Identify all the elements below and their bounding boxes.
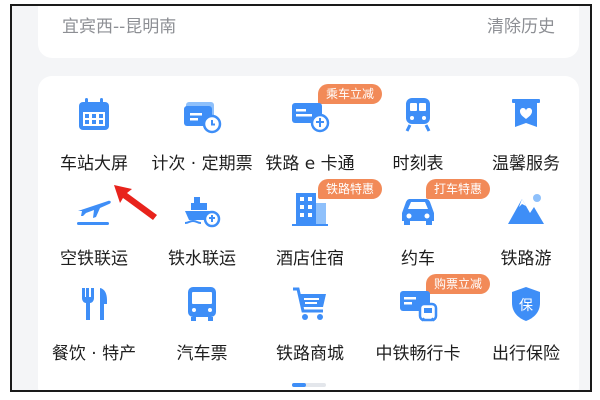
mountain-icon (506, 189, 546, 229)
shopping-cart-icon (290, 284, 330, 324)
airplane-icon (74, 189, 114, 229)
service-count-ticket[interactable]: 计次 · 定期票 (148, 76, 256, 174)
heart-banner-icon (506, 94, 546, 134)
page-indicator (291, 383, 326, 387)
calendar-grid-icon (74, 94, 114, 134)
car-icon (398, 189, 438, 229)
ticket-card-clock-icon (182, 94, 222, 134)
service-station-screen[interactable]: 车站大屏 (40, 76, 148, 174)
service-e-card[interactable]: 乘车立减 铁路 e 卡通 (256, 76, 383, 174)
search-history-bar: 宜宾西--昆明南 清除历史 (38, 6, 579, 58)
service-travel-insurance[interactable]: 保 出行保险 (472, 266, 580, 364)
card-train-icon (398, 284, 438, 324)
service-label: 出行保险 (492, 344, 560, 364)
services-grid: 车站大屏 计次 · 定期票 乘车立减 铁路 e 卡通 时刻表 温馨服务 空铁联运… (38, 76, 580, 390)
railway-card-icon (290, 94, 330, 134)
service-hotel[interactable]: 铁路特惠 酒店住宿 (256, 171, 383, 269)
fork-knife-icon (74, 284, 114, 324)
service-care[interactable]: 温馨服务 (472, 76, 580, 174)
bus-icon (182, 284, 222, 324)
page-indicator-active (291, 383, 306, 387)
service-timetable[interactable]: 时刻表 (364, 76, 472, 174)
ship-icon (182, 189, 222, 229)
hotel-building-icon (290, 189, 330, 229)
service-rail-mall[interactable]: 铁路商城 (256, 266, 364, 364)
red-annotation-arrow-icon (114, 185, 157, 220)
service-rail-tour[interactable]: 铁路游 (472, 171, 580, 269)
service-travel-card[interactable]: 购票立减 中铁畅行卡 (364, 266, 491, 364)
service-bus-ticket[interactable]: 汽车票 (148, 266, 256, 364)
history-route-item[interactable]: 宜宾西--昆明南 (62, 12, 176, 37)
service-ride[interactable]: 打车特惠 约车 (364, 171, 491, 269)
insurance-shield-icon: 保 (506, 284, 546, 324)
screenshot-frame: 宜宾西--昆明南 清除历史 车站大屏 计次 · 定期票 乘车立减 铁路 e 卡通 (10, 4, 592, 392)
service-dining[interactable]: 餐饮 · 特产 (40, 266, 148, 364)
train-front-icon (398, 94, 438, 134)
svg-text:保: 保 (519, 298, 533, 314)
clear-history-button[interactable]: 清除历史 (487, 12, 555, 37)
